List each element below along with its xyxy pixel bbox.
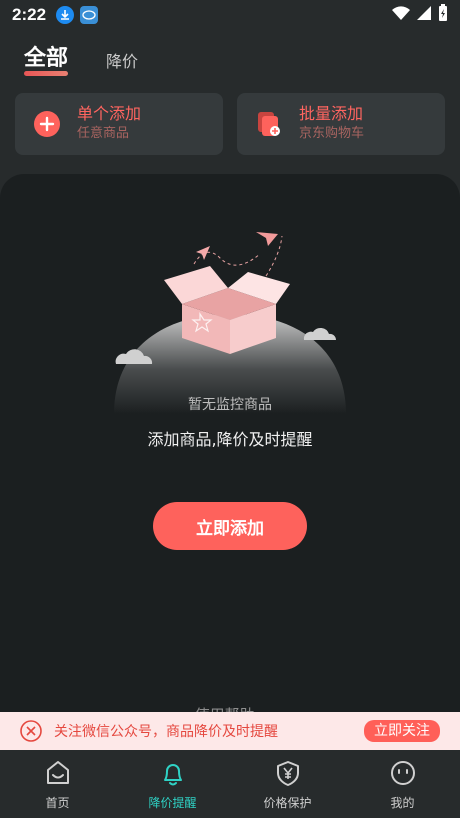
nav-price-protection-label: 价格保护 [263,796,312,810]
bell-icon [158,758,188,788]
follow-wechat-banner: 关注微信公众号，商品降价及时提醒 立即关注 [0,712,460,750]
bottom-nav: 首页 降价提醒 价格保护 我的 [0,750,460,818]
tab-price-drop[interactable]: 降价 [106,48,138,80]
nav-home-label: 首页 [45,796,70,810]
main-panel: 暂无监控商品 添加商品,降价及时提醒 立即添加 使用帮助 › [0,174,460,734]
close-icon[interactable] [20,720,42,742]
cart-add-icon [255,110,283,138]
profile-face-icon [388,758,418,788]
wifi-icon [392,5,410,25]
status-bar: 2:22 [0,0,460,30]
batch-add-title: 批量添加 [299,104,364,123]
single-add-card[interactable]: 单个添加 任意商品 [15,93,223,155]
single-add-subtitle: 任意商品 [77,126,130,141]
batch-add-subtitle: 京东购物车 [299,126,365,141]
banner-text: 关注微信公众号，商品降价及时提醒 [54,724,278,740]
shield-yen-icon [273,758,303,788]
nav-home[interactable]: 首页 [0,750,115,818]
add-now-button[interactable]: 立即添加 [153,502,307,550]
batch-add-card[interactable]: 批量添加 京东购物车 [237,93,445,155]
nav-price-protection[interactable]: 价格保护 [230,750,345,818]
status-time: 2:22 [12,5,47,24]
plus-circle-icon [33,110,61,138]
nav-profile-label: 我的 [390,796,415,810]
follow-now-button[interactable]: 立即关注 [364,720,440,742]
battery-icon [438,4,448,26]
nav-price-alert[interactable]: 降价提醒 [115,750,230,818]
nav-profile[interactable]: 我的 [345,750,460,818]
tab-all[interactable]: 全部 [24,40,69,80]
empty-state-title: 暂无监控商品 [188,397,272,413]
home-icon [43,758,73,788]
single-add-title: 单个添加 [77,104,142,123]
top-tabs: 全部 降价 [24,44,138,80]
download-icon [56,6,75,24]
empty-state-description: 添加商品,降价及时提醒 [147,430,313,449]
app-notification-icon [80,6,99,24]
signal-icon [416,5,432,25]
add-cards: 单个添加 任意商品 批量添加 京东购物车 [15,93,445,155]
nav-price-alert-label: 降价提醒 [148,796,197,810]
empty-box-illustration [114,232,346,414]
